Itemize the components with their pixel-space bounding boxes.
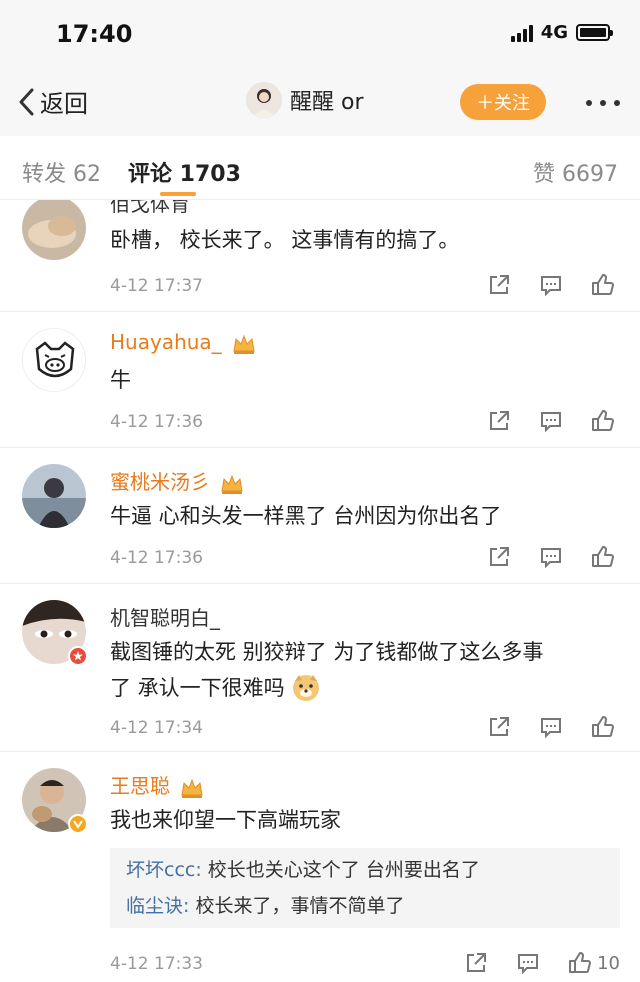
- comment-text: 了 承认一下很难吗: [110, 676, 285, 700]
- comment-icon[interactable]: [538, 544, 564, 570]
- reply-item[interactable]: 临尘诀: 校长来了，事情不简单了: [126, 888, 604, 924]
- reply-text: 校长也关心这个了 台州要出名了: [201, 859, 480, 881]
- like-count: 10: [597, 952, 620, 974]
- share-icon[interactable]: [486, 544, 512, 570]
- reply-text: 校长来了，事情不简单了: [189, 895, 405, 917]
- tab-bar: 转发 62 评论 1703 赞 6697: [0, 136, 640, 200]
- comment-time: 4-12 17:36: [110, 412, 203, 432]
- author-name: 蜜桃米汤彡: [110, 470, 210, 494]
- comment-item: 蜜桃米汤彡 牛逼 心和头发一样黑了 台州因为你出名了 4-12 17:36: [0, 448, 640, 584]
- more-icon[interactable]: [586, 100, 620, 106]
- author-name: 王思聪: [110, 774, 170, 798]
- comment-item: 佰戈体育 卧槽， 校长来了。 这事情有的搞了。 4-12 17:37: [0, 200, 640, 312]
- tab-comments[interactable]: 评论 1703: [128, 156, 241, 188]
- reply-author[interactable]: 坏坏ccc:: [126, 859, 202, 881]
- comment-time: 4-12 17:33: [110, 954, 203, 974]
- like-icon[interactable]: [567, 950, 593, 976]
- comment-text: 卧槽， 校长来了。 这事情有的搞了。: [110, 228, 460, 252]
- avatar[interactable]: [22, 464, 86, 528]
- signal-icon: [510, 24, 533, 42]
- comment-actions: [486, 272, 616, 298]
- doge-emoji-icon: [292, 675, 319, 701]
- tab-active-indicator: [160, 192, 196, 196]
- author-name: Huayahua_: [110, 330, 222, 354]
- vip-crown-icon: [181, 778, 203, 798]
- comment-icon[interactable]: [538, 408, 564, 434]
- comment-actions: [486, 408, 616, 434]
- verified-badge-icon: [68, 814, 88, 834]
- comment-icon[interactable]: [538, 272, 564, 298]
- like-icon[interactable]: [590, 272, 616, 298]
- avatar: [246, 82, 282, 118]
- comment-author[interactable]: 机智聪明白_: [110, 602, 220, 631]
- like-icon[interactable]: [590, 714, 616, 740]
- comment-author[interactable]: 王思聪: [110, 770, 204, 799]
- share-icon[interactable]: [486, 272, 512, 298]
- comment-icon[interactable]: [515, 950, 541, 976]
- comment-text: 我也来仰望一下高端玩家: [110, 808, 341, 832]
- comment-icon[interactable]: [538, 714, 564, 740]
- comment-item: 王思聪 我也来仰望一下高端玩家 坏坏ccc: 校长也关心这个了 台州要出名了 临…: [0, 752, 640, 982]
- reply-item[interactable]: 坏坏ccc: 校长也关心这个了 台州要出名了: [126, 852, 604, 888]
- tab-reposts[interactable]: 转发 62: [22, 156, 101, 188]
- share-icon[interactable]: [486, 714, 512, 740]
- battery-icon: [576, 24, 613, 41]
- vip-crown-icon: [221, 474, 243, 494]
- tab-likes[interactable]: 赞 6697: [533, 156, 618, 188]
- comment-author[interactable]: 佰戈体育: [110, 200, 190, 217]
- network-type: 4G: [540, 22, 568, 43]
- comment-text: 牛: [110, 368, 131, 392]
- chevron-left-icon: [19, 88, 34, 115]
- comment-author[interactable]: Huayahua_: [110, 330, 256, 355]
- reply-list[interactable]: 坏坏ccc: 校长也关心这个了 台州要出名了 临尘诀: 校长来了，事情不简单了: [110, 848, 620, 928]
- status-time: 17:40: [56, 20, 133, 48]
- status-bar: 17:40 4G: [0, 0, 640, 70]
- nav-user[interactable]: 醒醒 or: [246, 82, 364, 118]
- comment-actions: [486, 544, 616, 570]
- reply-author[interactable]: 临尘诀:: [126, 895, 189, 917]
- comment-item: Huayahua_ 牛 4-12 17:36: [0, 312, 640, 448]
- comment-text: 牛逼 心和头发一样黑了 台州因为你出名了: [110, 504, 502, 528]
- back-label: 返回: [40, 90, 88, 118]
- vip-crown-icon: [233, 334, 255, 354]
- comment-author[interactable]: 蜜桃米汤彡: [110, 466, 244, 495]
- like-icon[interactable]: [590, 408, 616, 434]
- back-button[interactable]: 返回: [16, 84, 88, 119]
- comment-time: 4-12 17:36: [110, 548, 203, 568]
- avatar[interactable]: [22, 328, 86, 392]
- share-icon[interactable]: [463, 950, 489, 976]
- comment-list: 佰戈体育 卧槽， 校长来了。 这事情有的搞了。 4-12 17:37 Huaya…: [0, 200, 640, 982]
- comment-text-line-1: 截图锤的太死 别狡辩了 为了钱都做了这么多事: [110, 640, 544, 664]
- follow-button[interactable]: ＋关注: [460, 84, 546, 120]
- status-icons: 4G: [510, 22, 613, 43]
- share-icon[interactable]: [486, 408, 512, 434]
- comment-time: 4-12 17:34: [110, 718, 203, 738]
- comment-actions: 10: [463, 950, 620, 976]
- comment-item: 机智聪明白_ 截图锤的太死 别狡辩了 为了钱都做了这么多事 了 承认一下很难吗 …: [0, 584, 640, 752]
- like-control[interactable]: 10: [567, 950, 620, 976]
- comment-text-line-2: 了 承认一下很难吗: [110, 670, 620, 706]
- nav-bar: 返回 醒醒 or ＋关注: [0, 70, 640, 136]
- comment-time: 4-12 17:37: [110, 276, 203, 296]
- comment-actions: [486, 714, 616, 740]
- nav-user-name: 醒醒 or: [290, 90, 364, 115]
- like-icon[interactable]: [590, 544, 616, 570]
- verified-badge-icon: [68, 646, 88, 666]
- avatar[interactable]: [22, 200, 86, 260]
